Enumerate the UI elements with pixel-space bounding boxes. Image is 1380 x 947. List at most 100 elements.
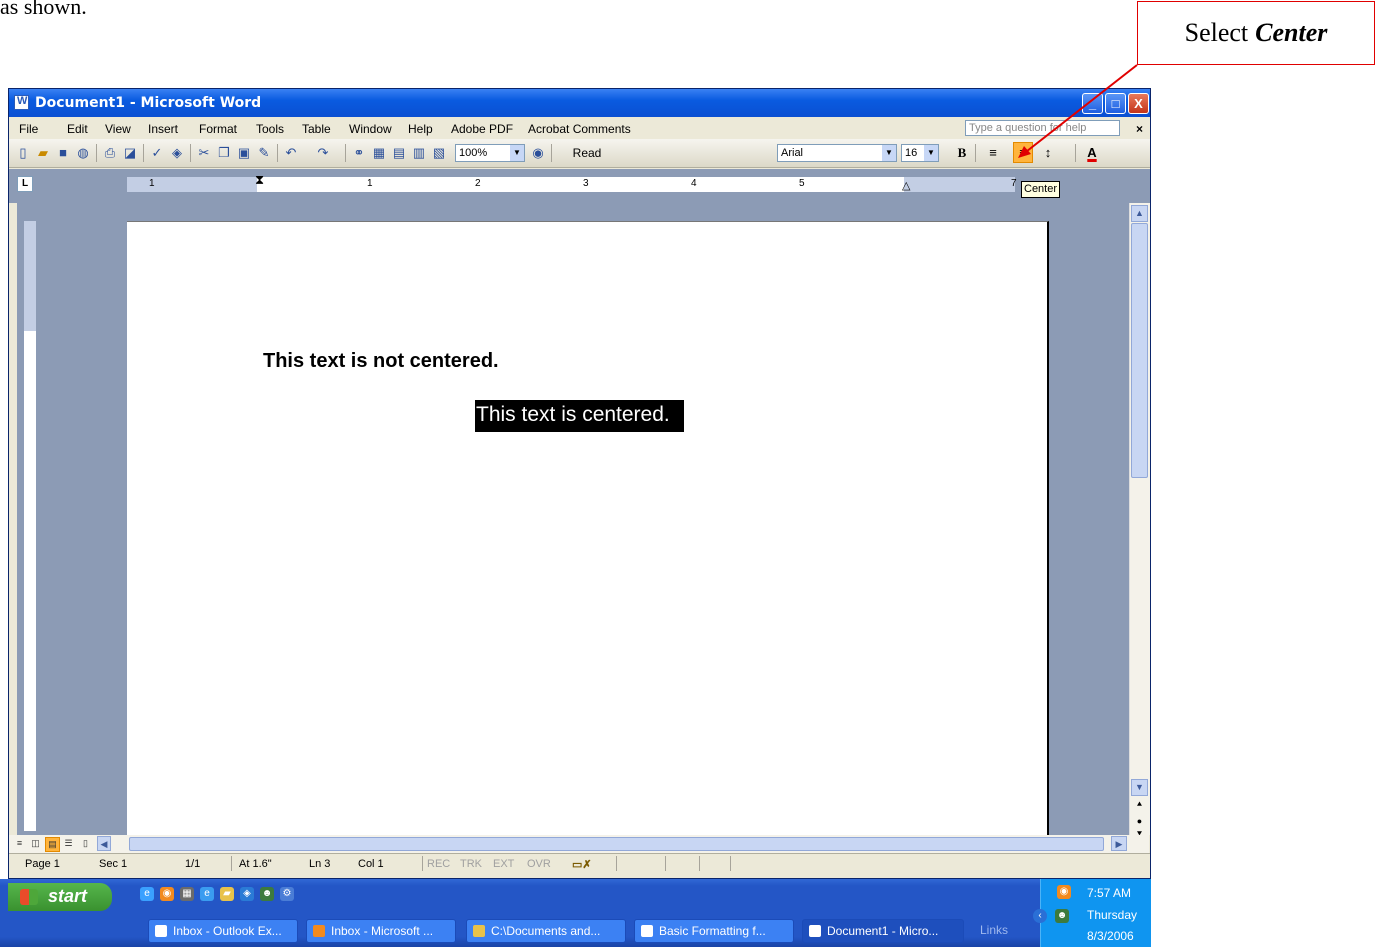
horizontal-scrollbar[interactable]: ≡ ◫ ▤ ☰ ▯ ◀ ▶ [9,835,1149,853]
scroll-up-icon[interactable]: ▲ [1131,205,1148,222]
indent-marker-icon[interactable]: ⧗ [255,172,264,188]
app-icon[interactable]: ⚙ [280,887,294,901]
outline-view-icon[interactable]: ☰ [62,837,75,850]
document-page[interactable]: This text is not centered. This text is … [127,221,1049,842]
format-painter-icon[interactable]: ✎ [255,144,273,162]
tables-borders-icon[interactable]: ▦ [370,144,388,162]
centered-selected-text[interactable]: This text is centered. [475,400,684,432]
title-bar[interactable]: Document1 - Microsoft Word _ □ X [9,89,1150,117]
media-icon[interactable]: ◈ [240,887,254,901]
scroll-left-icon[interactable]: ◀ [97,836,111,851]
read-button[interactable]: Read [557,144,617,162]
menu-insert[interactable]: Insert [148,122,178,136]
chevron-down-icon[interactable]: ▼ [510,145,524,161]
tray-outlook-icon[interactable]: ◉ [1057,885,1071,899]
previous-page-icon[interactable]: ⯅ [1131,797,1148,814]
menu-acrobat-comments[interactable]: Acrobat Comments [528,122,631,136]
vertical-ruler[interactable] [17,203,37,835]
cut-icon[interactable]: ✂ [195,144,213,162]
menu-view[interactable]: View [105,122,131,136]
clock-time[interactable]: 7:57 AM [1087,886,1131,900]
menu-table[interactable]: Table [302,122,331,136]
undo-icon[interactable]: ↶ [282,144,300,162]
redo-icon[interactable]: ↷ [314,144,332,162]
research-icon[interactable]: ◈ [168,144,186,162]
status-rec[interactable]: REC [427,858,450,870]
status-trk[interactable]: TRK [460,858,482,870]
print-icon[interactable]: ⎙ [101,144,119,162]
scroll-right-icon[interactable]: ▶ [1111,836,1127,851]
right-indent-icon[interactable]: △ [902,179,910,192]
help-search-input[interactable]: Type a question for help [965,120,1120,136]
new-document-icon[interactable]: ▯ [14,144,32,162]
outlook-express-icon[interactable]: e [200,887,214,901]
minimize-button[interactable]: _ [1082,93,1103,114]
task-outlook[interactable]: Inbox - Microsoft ... [306,919,456,943]
close-button[interactable]: X [1128,93,1149,114]
explorer-folder-icon[interactable]: ▰ [220,887,234,901]
start-button[interactable]: start [8,883,112,911]
columns-icon[interactable]: ▧ [430,144,448,162]
font-select[interactable]: Arial ▼ [777,144,897,162]
reading-layout-icon[interactable]: ▯ [79,837,92,850]
desktop-icon[interactable]: ▦ [180,887,194,901]
not-centered-text[interactable]: This text is not centered. [263,350,499,373]
task-document1[interactable]: Document1 - Micro... [802,919,964,943]
horizontal-ruler[interactable]: L 1 1 2 3 4 5 7 ⧗ △ [9,169,1150,203]
chevron-down-icon[interactable]: ▼ [882,145,896,161]
close-document-icon[interactable]: × [1136,122,1143,136]
ie-icon[interactable]: e [140,887,154,901]
menu-file[interactable]: File [19,122,38,136]
hyperlink-icon[interactable]: ⚭ [350,144,368,162]
scroll-thumb[interactable] [1131,223,1148,478]
tray-network-icon[interactable]: ☻ [1055,909,1069,923]
help-icon[interactable]: ◉ [529,144,547,162]
scroll-down-icon[interactable]: ▼ [1131,779,1148,796]
menu-tools[interactable]: Tools [256,122,284,136]
task-explorer[interactable]: C:\Documents and... [466,919,626,943]
vertical-scrollbar[interactable]: ▲ ▼ ⯅ ● ⯆ [1129,203,1150,839]
font-size-select[interactable]: 16 ▼ [901,144,939,162]
menu-edit[interactable]: Edit [67,122,88,136]
bold-button[interactable]: B [953,144,971,162]
insert-excel-icon[interactable]: ▥ [410,144,428,162]
menu-format[interactable]: Format [199,122,237,136]
menu-help[interactable]: Help [408,122,433,136]
zoom-select[interactable]: 100% ▼ [455,144,525,162]
chevron-down-icon[interactable]: ▼ [924,145,938,161]
word-app-icon[interactable] [14,95,29,110]
web-layout-icon[interactable]: ◫ [29,837,42,850]
align-center-button[interactable]: ≡ [1013,142,1033,163]
tab-selector[interactable]: L [17,176,33,192]
task-basic-formatting[interactable]: Basic Formatting f... [634,919,794,943]
align-left-icon[interactable]: ≡ [984,144,1002,162]
start-label: start [48,886,88,906]
links-toolbar[interactable]: Links [980,923,1008,937]
status-ext[interactable]: EXT [493,858,514,870]
status-pages: 1/1 [185,858,201,870]
spelling-icon[interactable]: ✓ [148,144,166,162]
print-preview-icon[interactable]: ◪ [121,144,139,162]
outlook-icon[interactable]: ◉ [160,887,174,901]
spelling-status-icon[interactable]: ▭✗ [572,858,592,871]
maximize-button[interactable]: □ [1105,93,1126,114]
ruler-number: 5 [799,178,805,189]
copy-icon[interactable]: ❐ [215,144,233,162]
font-color-button[interactable]: A [1083,144,1101,162]
tray-expand-icon[interactable]: ‹ [1033,909,1047,923]
menu-window[interactable]: Window [349,122,392,136]
line-spacing-icon[interactable]: ↕ [1039,144,1057,162]
insert-table-icon[interactable]: ▤ [390,144,408,162]
save-icon[interactable]: ■ [54,144,72,162]
status-ovr[interactable]: OVR [527,858,551,870]
paste-icon[interactable]: ▣ [235,144,253,162]
windows-flag-icon [20,889,38,905]
normal-view-icon[interactable]: ≡ [13,837,26,850]
task-outlook-express[interactable]: Inbox - Outlook Ex... [148,919,298,943]
messenger-icon[interactable]: ☻ [260,887,274,901]
open-folder-icon[interactable]: ▰ [34,144,52,162]
permission-icon[interactable]: ◍ [74,144,92,162]
print-layout-icon[interactable]: ▤ [45,837,60,852]
horizontal-scroll-thumb[interactable] [129,837,1104,851]
menu-adobe-pdf[interactable]: Adobe PDF [451,122,513,136]
